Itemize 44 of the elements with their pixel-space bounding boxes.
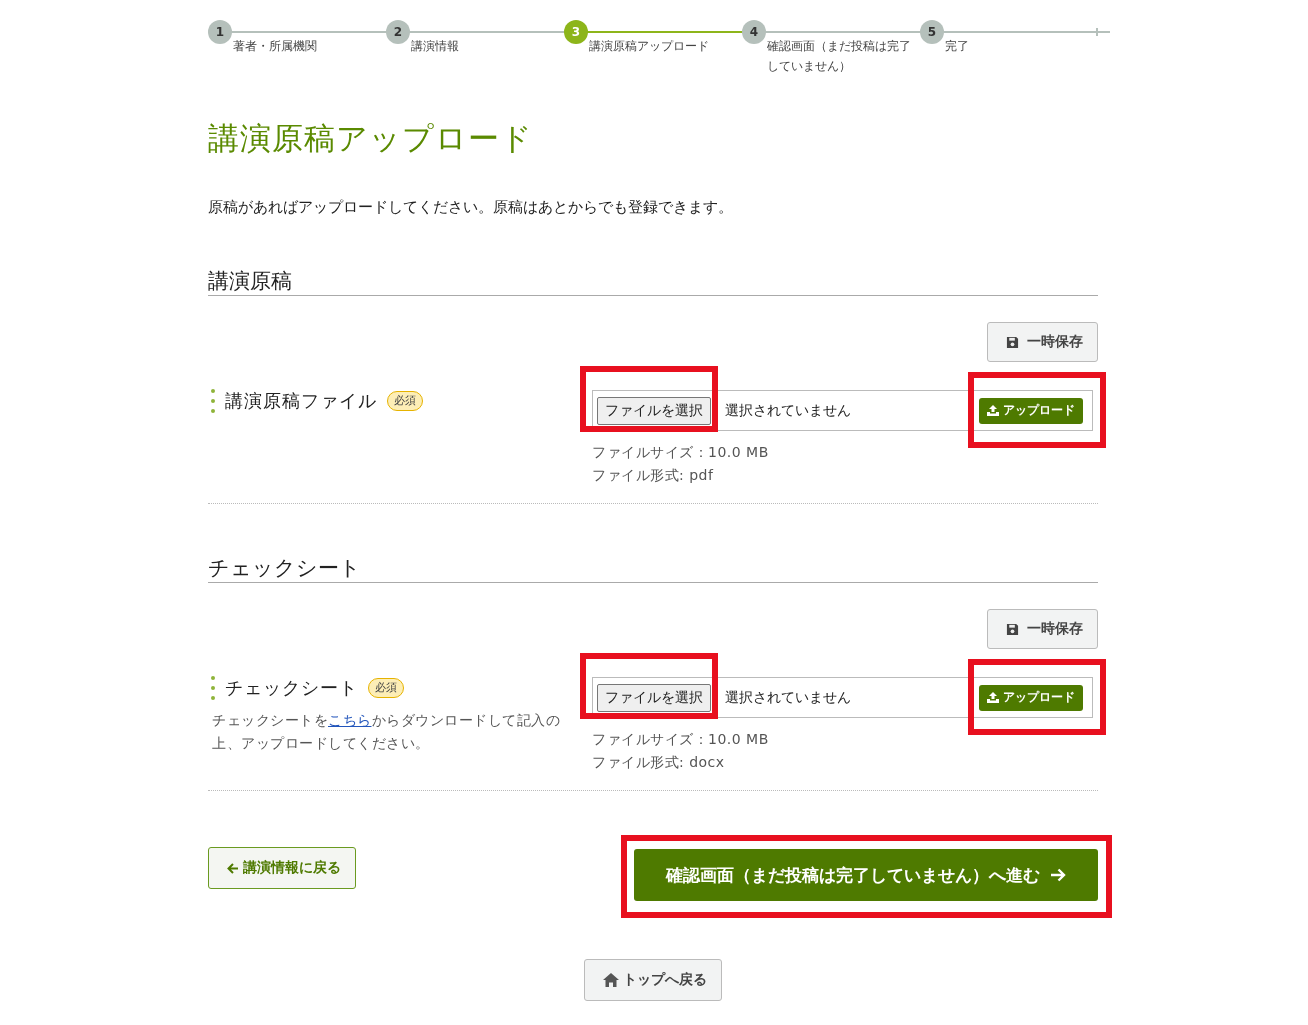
required-badge: 必須 <box>387 391 423 411</box>
help-text: チェックシートを こちら からダウンロードして記入の上、アップロードしてください。 <box>212 711 561 753</box>
step-number: 2 <box>386 20 410 44</box>
drag-dots-icon <box>211 675 215 701</box>
section-heading: チェックシート <box>208 554 1098 583</box>
choose-file-button[interactable]: ファイルを選択 <box>597 683 711 712</box>
choose-file-button[interactable]: ファイルを選択 <box>597 396 711 425</box>
drag-dots-icon <box>211 388 215 414</box>
intro-text: 原稿があればアップロードしてください。原稿はあとからでも登録できます。 <box>208 198 734 217</box>
step-label: 講演原稿アップロード <box>589 38 710 55</box>
upload-icon <box>987 405 999 416</box>
next-button[interactable]: 確認画面（まだ投稿は完了していません）へ進む <box>634 849 1098 901</box>
page-title: 講演原稿アップロード <box>208 119 534 158</box>
required-badge: 必須 <box>368 678 404 698</box>
file-info-text: ファイルサイズ：10.0 MB <box>592 730 770 749</box>
file-upload-field[interactable]: ファイルを選択 選択されていません アップロード <box>592 390 1093 431</box>
home-button[interactable]: トップへ戻る <box>584 959 722 1001</box>
field-label: チェックシート <box>225 676 358 700</box>
section-heading: 講演原稿 <box>208 267 1098 296</box>
upload-button[interactable]: アップロード <box>979 397 1083 424</box>
step-label: 講演情報 <box>411 38 460 55</box>
file-status-text: 選択されていません <box>725 401 851 420</box>
field-label: 講演原稿ファイル <box>225 389 377 413</box>
arrow-right-icon <box>1050 868 1066 882</box>
step-number: 4 <box>742 20 766 44</box>
upload-icon <box>987 692 999 703</box>
file-info-text: ファイル形式: pdf <box>592 466 715 485</box>
step-number: 3 <box>564 20 588 44</box>
step-label: 著者・所属機関 <box>233 38 318 55</box>
file-status-text: 選択されていません <box>725 688 851 707</box>
file-upload-field[interactable]: ファイルを選択 選択されていません アップロード <box>592 677 1093 718</box>
step-number: 1 <box>208 20 232 44</box>
upload-button[interactable]: アップロード <box>979 684 1083 711</box>
file-info-text: ファイルサイズ：10.0 MB <box>592 443 770 462</box>
save-button[interactable]: 一時保存 <box>987 322 1098 362</box>
save-button[interactable]: 一時保存 <box>987 609 1098 649</box>
arrow-left-icon <box>227 862 239 874</box>
back-button[interactable]: 講演情報に戻る <box>208 847 356 889</box>
step-label: 完了 <box>945 38 970 55</box>
file-info-text: ファイル形式: docx <box>592 753 726 772</box>
step-label: 確認画面（まだ投稿は完了していません） <box>767 38 912 75</box>
home-icon <box>603 973 619 987</box>
download-link[interactable]: こちら <box>328 712 372 728</box>
step-number: 5 <box>920 20 944 44</box>
